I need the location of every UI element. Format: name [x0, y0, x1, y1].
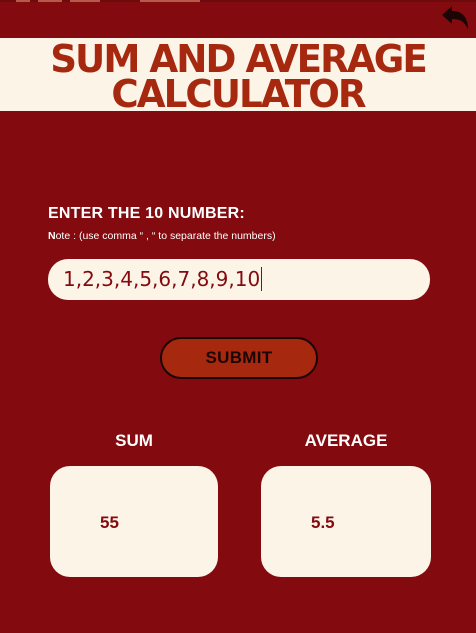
numbers-input[interactable]: 1,2,3,4,5,6,7,8,9,10: [48, 259, 430, 300]
text-caret: [261, 267, 263, 291]
number-prompt-label: ENTER THE 10 NUMBER:: [48, 205, 245, 222]
submit-button[interactable]: SUBMIT: [160, 337, 318, 379]
average-label: AVERAGE: [304, 431, 388, 450]
top-strip-chip: [38, 0, 62, 2]
sum-label: SUM: [115, 431, 153, 450]
average-result-box: [261, 466, 431, 577]
note-prefix: N: [48, 230, 56, 242]
top-strip-chip: [16, 0, 30, 2]
numbers-input-value: 1,2,3,4,5,6,7,8,9,10: [63, 267, 261, 291]
top-strip: [0, 0, 476, 2]
page-title: SUM AND AVERAGE CALCULATOR: [5, 40, 471, 113]
separator-note: Note : (use comma “ , “ to separate the …: [48, 230, 276, 242]
back-arrow-icon: [442, 6, 468, 29]
top-strip-chip: [140, 0, 200, 2]
note-text: ote : (use comma “ , “ to separate the n…: [55, 230, 276, 242]
sum-value: 55: [100, 513, 119, 532]
average-value: 5.5: [311, 513, 335, 532]
sum-result-box: [50, 466, 218, 577]
title-line-2: CALCULATOR: [111, 72, 366, 116]
back-button[interactable]: [440, 5, 470, 33]
top-strip-chip: [70, 0, 100, 2]
